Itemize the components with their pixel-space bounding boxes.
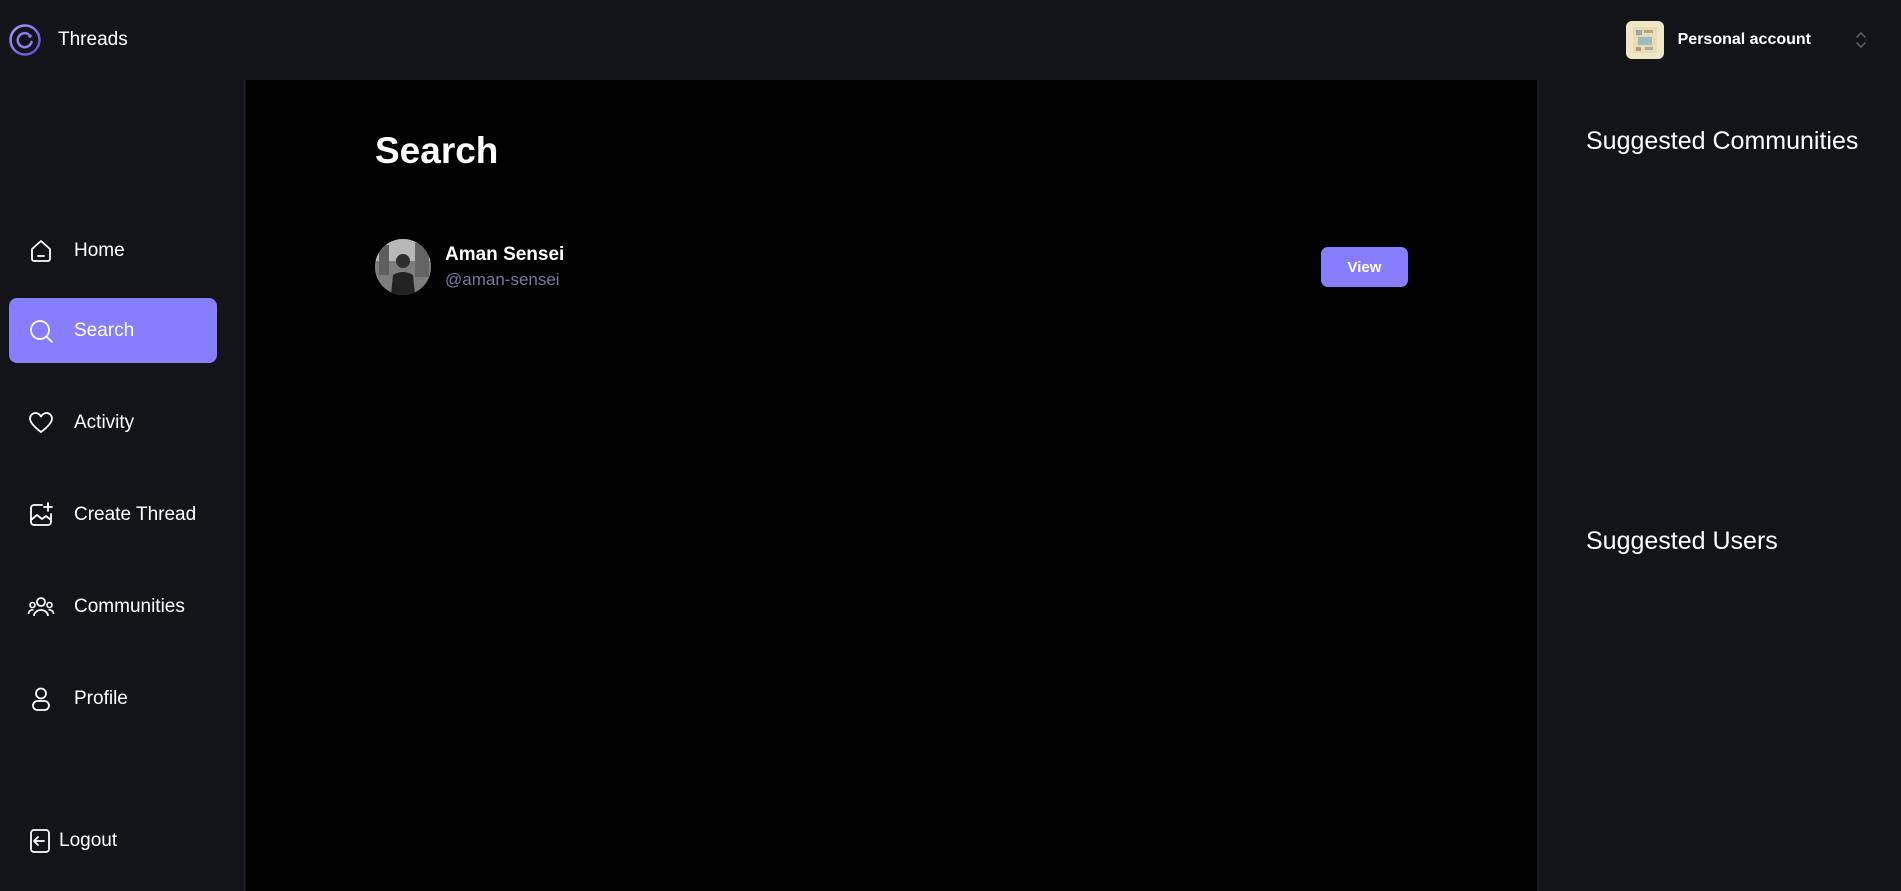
- threads-logo-icon: [8, 23, 42, 57]
- sidebar-item-communities[interactable]: Communities: [9, 574, 217, 639]
- app-name: Threads: [58, 29, 128, 50]
- sidebar-item-create-thread[interactable]: Create Thread: [9, 482, 217, 547]
- avatar: [375, 239, 431, 295]
- logout-button[interactable]: Logout: [27, 827, 117, 855]
- sidebar-item-label: Search: [74, 319, 135, 341]
- user-handle: @aman-sensei: [445, 270, 560, 289]
- heart-icon: [27, 409, 55, 437]
- left-sidebar: Home Search Activity Create Thread Commu…: [0, 80, 245, 891]
- sidebar-item-activity[interactable]: Activity: [9, 390, 217, 455]
- user-icon: [27, 685, 55, 713]
- home-icon: [27, 237, 55, 265]
- sidebar-item-label: Home: [74, 239, 125, 261]
- page-title: Search: [375, 130, 499, 171]
- sidebar-item-label: Create Thread: [74, 503, 197, 525]
- sidebar-item-label: Communities: [74, 595, 185, 617]
- logout-icon: [27, 827, 55, 855]
- topbar: Threads Personal account: [0, 0, 1901, 80]
- search-icon: [27, 317, 55, 345]
- account-avatar: [1625, 21, 1664, 59]
- sidebar-item-label: Activity: [74, 411, 135, 433]
- view-button[interactable]: View: [1321, 247, 1408, 287]
- sidebar-item-search[interactable]: Search: [9, 298, 217, 363]
- suggested-users-heading: Suggested Users: [1586, 527, 1778, 555]
- brand-link[interactable]: Threads: [8, 23, 128, 57]
- sidebar-item-home[interactable]: Home: [9, 218, 217, 283]
- user-info: Aman Sensei @aman-sensei: [445, 244, 564, 290]
- search-result-user-card: Aman Sensei @aman-sensei View: [375, 238, 1408, 296]
- suggested-communities-heading: Suggested Communities: [1586, 127, 1859, 155]
- chevron-up-down-icon[interactable]: [1851, 26, 1871, 54]
- account-name: Personal account: [1677, 31, 1811, 48]
- account-switcher[interactable]: Personal account: [1625, 21, 1871, 59]
- right-sidebar: Suggested Communities Suggested Users: [1538, 80, 1901, 891]
- communities-icon: [27, 593, 55, 621]
- sidebar-item-profile[interactable]: Profile: [9, 666, 217, 731]
- logout-label: Logout: [59, 830, 118, 851]
- sidebar-item-label: Profile: [74, 687, 128, 709]
- user-name: Aman Sensei: [445, 244, 565, 265]
- main-content: Search Aman Sensei @aman-sensei View: [246, 80, 1537, 891]
- create-thread-icon: [27, 501, 55, 529]
